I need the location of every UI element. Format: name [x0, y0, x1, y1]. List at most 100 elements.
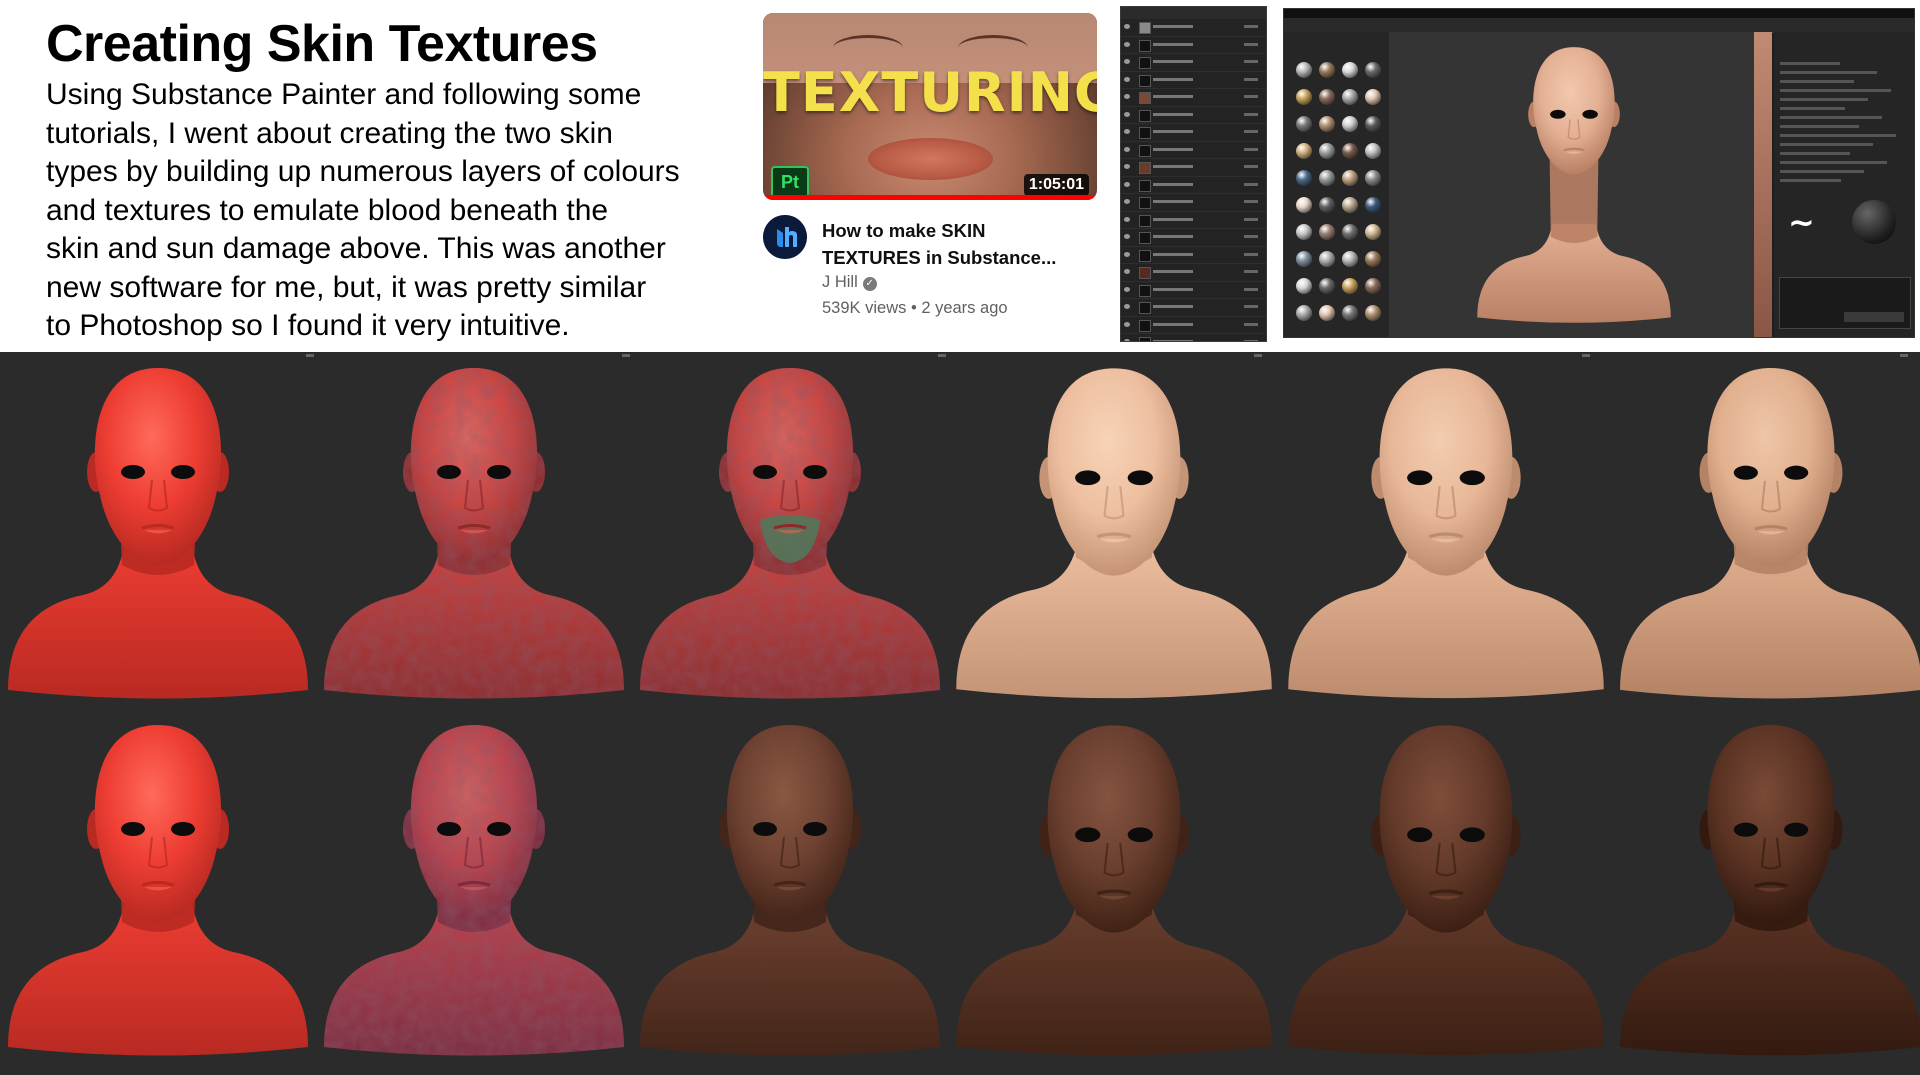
channel-name[interactable]: J Hill ✓: [822, 273, 877, 292]
material-ball: [1296, 251, 1312, 267]
channel-avatar-graphic: [763, 215, 807, 259]
visibility-icon: [1124, 129, 1130, 134]
layer-row: [1121, 264, 1266, 282]
material-ball: [1342, 251, 1358, 267]
viewport-label-mark: [622, 354, 630, 357]
layer-thumbnail: [1139, 319, 1151, 332]
video-title-line: How to make SKIN: [822, 220, 986, 241]
layer-name-bar: [1153, 340, 1193, 341]
layer-name-bar: [1153, 287, 1193, 291]
material-ball: [1319, 143, 1335, 159]
layer-row: [1121, 89, 1266, 107]
layer-row: [1121, 317, 1266, 334]
layer-thumbnail: [1139, 92, 1151, 104]
preview-sphere: [1852, 200, 1896, 244]
layer-value-bar: [1244, 147, 1258, 151]
material-ball: [1365, 116, 1381, 132]
material-ball: [1296, 170, 1312, 186]
layer-name-bar: [1153, 217, 1193, 221]
video-title[interactable]: How to make SKIN TEXTURES in Substance..…: [822, 217, 1092, 271]
channel-avatar-icon[interactable]: [763, 215, 807, 259]
material-ball: [1319, 62, 1335, 78]
material-ball: [1296, 143, 1312, 159]
visibility-icon: [1124, 59, 1130, 64]
material-ball: [1365, 170, 1381, 186]
material-ball: [1342, 143, 1358, 159]
layer-thumbnail: [1139, 127, 1151, 139]
visibility-icon: [1124, 251, 1130, 257]
layer-name-bar: [1153, 60, 1193, 63]
layer-value-bar: [1244, 270, 1258, 273]
visibility-icon: [1124, 216, 1130, 222]
viewport-bust-figure: [1477, 47, 1671, 323]
material-ball: [1365, 305, 1381, 321]
panel-row: [1780, 116, 1882, 119]
layer-name-bar: [1153, 305, 1193, 308]
material-ball: [1365, 251, 1381, 267]
layer-row: [1121, 54, 1266, 72]
layer-thumbnail: [1139, 162, 1151, 174]
description-line: to Photoshop so I found it very intuitiv…: [46, 309, 570, 342]
material-ball: [1319, 278, 1335, 294]
visibility-icon: [1124, 111, 1130, 117]
panel-row: [1780, 71, 1877, 74]
layer-thumbnail: [1139, 337, 1151, 341]
layer-value-bar: [1244, 322, 1258, 326]
layer-row: [1121, 72, 1266, 89]
layer-value-bar: [1244, 182, 1258, 186]
bust-figure: [1477, 47, 1671, 323]
render-row-light-skin-pale-final: [1620, 368, 1920, 699]
render-row-dark-skin-dark-brown-2: [956, 725, 1272, 1056]
assets-shelf: [1284, 32, 1389, 337]
layer-name-bar: [1153, 182, 1193, 186]
material-ball: [1296, 116, 1312, 132]
material-ball: [1296, 197, 1312, 213]
layer-value-bar: [1244, 60, 1258, 63]
render-row-dark-skin-base-red: [8, 725, 308, 1056]
layer-value-bar: [1244, 287, 1258, 291]
app-menubar: [1284, 9, 1914, 18]
thumbnail-lips: [868, 138, 993, 180]
layer-value-bar: [1244, 42, 1258, 46]
thumbnail-title-word: TEXTURING: [763, 61, 1097, 124]
visibility-icon: [1124, 286, 1130, 292]
layer-thumbnail: [1139, 214, 1151, 227]
video-thumbnail[interactable]: TEXTURING Pt 1:05:01: [763, 13, 1097, 200]
viewport-label-mark: [938, 354, 946, 357]
layer-name-bar: [1153, 252, 1193, 256]
visibility-icon: [1124, 146, 1130, 152]
material-ball: [1365, 143, 1381, 159]
panel-row: [1780, 89, 1891, 92]
visibility-icon: [1124, 234, 1130, 239]
layer-row: [1121, 282, 1266, 299]
layers-panel-header: [1121, 7, 1266, 19]
layer-thumbnail: [1139, 249, 1151, 262]
layer-row: [1121, 194, 1266, 212]
visibility-icon: [1124, 41, 1130, 47]
layer-thumbnail: [1139, 267, 1151, 279]
material-ball: [1365, 224, 1381, 240]
render-row-light-skin-pale-tan: [956, 368, 1272, 699]
render-row-dark-skin-red-purple-mottled: [324, 725, 624, 1056]
description-line: and textures to emulate blood beneath th…: [46, 193, 609, 227]
layer-name-bar: [1153, 322, 1193, 326]
layer-thumbnail: [1139, 144, 1151, 157]
layer-thumbnail: [1139, 57, 1151, 69]
layer-thumbnail: [1139, 39, 1151, 52]
panel-row: [1780, 62, 1840, 65]
watch-progress-bar: [763, 195, 1097, 200]
material-ball: [1342, 170, 1358, 186]
layer-name-bar: [1153, 147, 1193, 151]
layer-row: [1121, 212, 1266, 229]
texture-strip: [1754, 32, 1772, 337]
layer-value-bar: [1244, 217, 1258, 221]
layer-thumbnail: [1139, 74, 1151, 87]
layer-thumbnail: [1139, 109, 1151, 122]
layer-thumbnail: [1139, 197, 1151, 209]
layer-value-bar: [1244, 252, 1258, 256]
viewport-label-mark: [1582, 354, 1590, 357]
visibility-icon: [1124, 24, 1130, 29]
viewport-label-mark: [1254, 354, 1262, 357]
panel-row: [1780, 143, 1873, 146]
layer-row: [1121, 124, 1266, 142]
